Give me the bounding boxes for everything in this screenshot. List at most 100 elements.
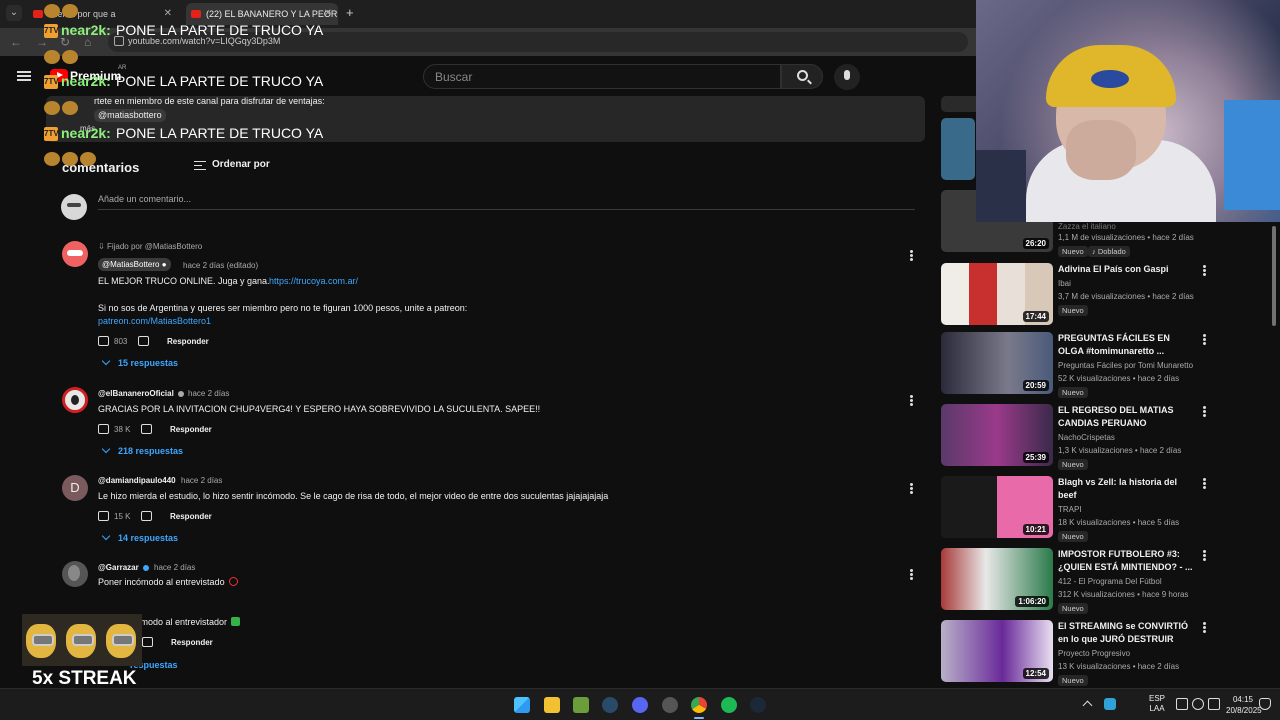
reply-button[interactable]: Responder <box>171 638 213 647</box>
streak-label: 5x STREAK <box>32 668 137 689</box>
video-thumbnail[interactable]: 10:21 <box>941 476 1053 538</box>
comment-menu-icon[interactable] <box>910 395 913 406</box>
avatar[interactable] <box>62 241 88 267</box>
steam-icon[interactable] <box>602 697 618 713</box>
video-menu-icon[interactable] <box>1203 406 1206 417</box>
comment-input-underline <box>98 209 915 210</box>
volume-icon[interactable] <box>1192 698 1204 710</box>
avatar[interactable] <box>62 561 88 587</box>
video-menu-icon[interactable] <box>1203 622 1206 633</box>
video-channel[interactable]: 412 - El Programa Del Fútbol <box>1058 577 1162 586</box>
like-icon[interactable] <box>98 424 109 434</box>
video-thumbnail[interactable]: 20:59 <box>941 332 1053 394</box>
dislike-icon[interactable] <box>141 511 152 521</box>
tab-list-button[interactable]: ⌄ <box>6 5 22 21</box>
comment-author[interactable]: @MatiasBottero ● <box>98 258 171 271</box>
chat-badge-icon: 7TV <box>44 24 59 38</box>
replies-toggle[interactable]: 14 respuestas <box>118 533 178 543</box>
close-tab-icon[interactable]: ✕ <box>324 3 332 25</box>
video-thumbnail[interactable]: 1:06:20 <box>941 548 1053 610</box>
comment-author[interactable]: @Garrazar <box>98 563 139 572</box>
comment-menu-icon[interactable] <box>910 250 913 261</box>
chat-username: near2k: <box>61 22 111 38</box>
search-button[interactable] <box>781 64 823 89</box>
video-meta: 13 K visualizaciones • hace 2 días <box>1058 662 1180 671</box>
reply-button[interactable]: Responder <box>167 337 209 346</box>
steam-icon[interactable] <box>750 697 766 713</box>
replies-toggle[interactable]: 15 respuestas <box>118 358 178 368</box>
comment-text: GRACIAS POR LA INVITACION CHUP4VERG4! Y … <box>98 404 541 414</box>
membership-channel-chip[interactable]: @matiasbottero <box>94 109 166 122</box>
video-channel[interactable]: NachoCrispetas <box>1058 433 1115 442</box>
comment-author[interactable]: @elBananeroOficial <box>98 389 174 398</box>
pinned-label: ⇩ Fijado por @MatiasBottero <box>98 242 203 251</box>
country-code: AR <box>118 65 127 71</box>
back-icon[interactable]: ← <box>10 35 22 49</box>
video-menu-icon[interactable] <box>1203 265 1206 276</box>
comment-link[interactable]: https://trucoya.com.ar/ <box>269 276 358 286</box>
video-channel[interactable]: Proyecto Progresivo <box>1058 649 1130 658</box>
dislike-icon[interactable] <box>142 637 153 647</box>
video-thumbnail[interactable] <box>941 118 975 180</box>
like-icon[interactable] <box>98 336 109 346</box>
video-meta: 18 K visualizaciones • hace 5 días <box>1058 518 1180 527</box>
video-title[interactable]: IMPOSTOR FUTBOLERO #3: ¿QUIEN ESTÁ MINTI… <box>1058 548 1193 574</box>
video-channel[interactable]: Preguntas Fáciles por Tomi Munaretto <box>1058 361 1193 370</box>
app-icon[interactable] <box>662 697 678 713</box>
video-meta: 1,3 K visualizaciones • hace 2 días <box>1058 446 1182 455</box>
video-menu-icon[interactable] <box>1203 334 1206 345</box>
video-title[interactable]: PREGUNTAS FÁCILES EN OLGA #tomimunaretto… <box>1058 332 1193 358</box>
add-comment-input[interactable]: Añade un comentario... <box>98 194 191 204</box>
language-indicator[interactable]: ESP LAA <box>1146 694 1168 714</box>
menu-icon[interactable] <box>17 71 31 81</box>
chat-emote-strip <box>44 48 94 66</box>
like-icon[interactable] <box>98 511 109 521</box>
video-title[interactable]: El STREAMING se CONVIRTIÓ en lo que JURÓ… <box>1058 620 1193 646</box>
chrome-icon[interactable] <box>691 697 707 713</box>
new-badge: Nuevo <box>1058 459 1088 470</box>
file-explorer-icon[interactable] <box>544 697 560 713</box>
chevron-up-icon[interactable] <box>1082 700 1093 711</box>
sort-button[interactable]: Ordenar por <box>212 159 270 170</box>
sort-icon[interactable] <box>194 161 206 170</box>
video-channel[interactable]: Ibai <box>1058 279 1071 288</box>
network-icon[interactable] <box>1176 698 1188 710</box>
voice-search-button[interactable] <box>834 64 860 90</box>
video-channel[interactable]: TRAPI <box>1058 505 1082 514</box>
dubbed-badge: ♪ Doblado <box>1088 246 1130 257</box>
app-icon[interactable] <box>573 697 589 713</box>
check-emoji-icon <box>231 617 241 626</box>
clock[interactable]: 04:15 20/8/2025 <box>1226 694 1262 716</box>
avatar[interactable]: D <box>62 475 88 501</box>
new-badge: Nuevo <box>1058 675 1088 686</box>
prohibited-emoji-icon <box>228 577 238 586</box>
reply-button[interactable]: Responder <box>170 425 212 434</box>
reply-button[interactable]: Responder <box>170 512 212 521</box>
replies-toggle[interactable]: 218 respuestas <box>118 446 183 456</box>
comment-link[interactable]: patreon.com/MatiasBottero1 <box>98 316 211 326</box>
sidebar-scrollbar[interactable] <box>1272 226 1276 326</box>
comment-text: Si no sos de Argentina y queres ser miem… <box>98 303 468 313</box>
windows-start-icon[interactable] <box>514 697 530 713</box>
battery-icon[interactable] <box>1208 698 1220 710</box>
comment-menu-icon[interactable] <box>910 569 913 580</box>
video-thumbnail[interactable]: 17:44 <box>941 263 1053 325</box>
discord-icon[interactable] <box>632 697 648 713</box>
comment-menu-icon[interactable] <box>910 483 913 494</box>
search-input[interactable]: Buscar <box>423 64 781 89</box>
video-thumbnail[interactable]: 25:39 <box>941 404 1053 466</box>
video-menu-icon[interactable] <box>1203 478 1206 489</box>
comment-author[interactable]: @damiandipaulo440 <box>98 476 176 485</box>
dislike-icon[interactable] <box>138 336 149 346</box>
video-title[interactable]: EL REGRESO DEL MATIAS CANDIAS PERUANO <box>1058 404 1193 430</box>
spotify-icon[interactable] <box>721 697 737 713</box>
new-tab-icon[interactable]: + <box>346 5 354 20</box>
dislike-icon[interactable] <box>141 424 152 434</box>
security-icon[interactable] <box>1104 698 1116 710</box>
avatar[interactable] <box>62 387 88 413</box>
video-menu-icon[interactable] <box>1203 550 1206 561</box>
video-title[interactable]: Blagh vs Zell: la historia del beef <box>1058 476 1193 502</box>
notification-icon[interactable] <box>1259 698 1271 710</box>
video-thumbnail[interactable]: 12:54 <box>941 620 1053 682</box>
video-title[interactable]: Adivina El País con Gaspi <box>1058 263 1193 276</box>
